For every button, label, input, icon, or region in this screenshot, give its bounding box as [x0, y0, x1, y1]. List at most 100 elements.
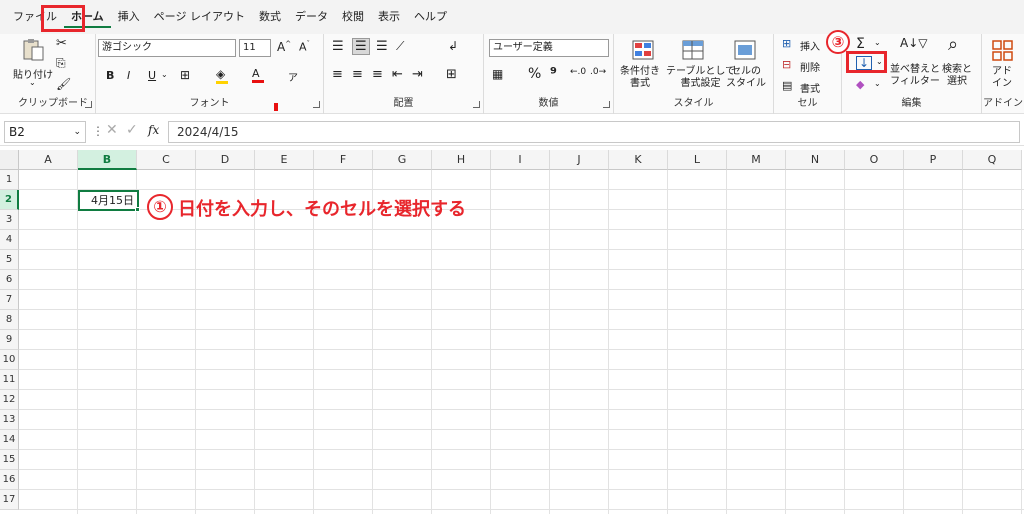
row-header-10[interactable]: 10	[0, 350, 19, 370]
column-header-I[interactable]: I	[491, 150, 550, 170]
orientation-icon[interactable]: ⟋	[396, 39, 404, 54]
font-size-select[interactable]: 11	[239, 39, 271, 57]
cancel-icon[interactable]: ✕	[106, 122, 118, 138]
column-header-H[interactable]: H	[432, 150, 491, 170]
cell-style-icon[interactable]	[732, 38, 758, 62]
column-header-C[interactable]: C	[137, 150, 196, 170]
phonetic-icon[interactable]: ア	[288, 69, 298, 84]
format-cell-button[interactable]: 書式	[800, 80, 820, 95]
column-header-J[interactable]: J	[550, 150, 609, 170]
copy-icon[interactable]: ⎘	[56, 56, 66, 71]
align-middle-icon[interactable]: ☰	[352, 38, 370, 55]
autosum-dropdown-icon[interactable]: ⌄	[874, 38, 881, 47]
column-header-B[interactable]: B	[78, 150, 137, 170]
cut-icon[interactable]: ✂	[56, 36, 67, 51]
clipboard-launcher-icon[interactable]	[85, 101, 92, 108]
font-name-select[interactable]: 游ゴシック	[98, 39, 236, 57]
format-painter-icon[interactable]: 🖌	[56, 77, 71, 91]
row-header-17[interactable]: 17	[0, 490, 19, 510]
paste-icon[interactable]	[20, 38, 46, 62]
paste-dropdown-icon[interactable]: ⌄	[29, 78, 36, 87]
formula-input[interactable]: 2024/4/15	[168, 121, 1020, 143]
align-top-icon[interactable]: ☰	[332, 39, 344, 54]
format-as-table-button[interactable]: テーブルとして 書式設定	[666, 66, 735, 90]
decrease-font-icon[interactable]: Aˇ	[299, 40, 310, 54]
column-header-F[interactable]: F	[314, 150, 373, 170]
column-header-O[interactable]: O	[845, 150, 904, 170]
menu-tab-3[interactable]: ページ レイアウト	[147, 6, 252, 28]
font-launcher-icon[interactable]	[313, 101, 320, 108]
increase-font-icon[interactable]: A^	[277, 40, 291, 54]
column-header-E[interactable]: E	[255, 150, 314, 170]
clear-dropdown-icon[interactable]: ⌄	[874, 79, 881, 88]
column-header-L[interactable]: L	[668, 150, 727, 170]
merge-center-icon[interactable]: ⊞	[446, 67, 457, 82]
row-header-2[interactable]: 2	[0, 190, 19, 210]
enter-icon[interactable]: ✓	[126, 122, 138, 138]
underline-dropdown-icon[interactable]: ⌄	[161, 70, 168, 79]
decrease-indent-icon[interactable]: ⇤	[392, 67, 403, 82]
menu-tab-5[interactable]: データ	[288, 6, 335, 28]
row-header-5[interactable]: 5	[0, 250, 19, 270]
alignment-launcher-icon[interactable]	[473, 101, 480, 108]
row-header-4[interactable]: 4	[0, 230, 19, 250]
row-header-8[interactable]: 8	[0, 310, 19, 330]
sort-filter-icon[interactable]: A↓▽	[900, 36, 928, 50]
column-header-Q[interactable]: Q	[963, 150, 1022, 170]
select-all-corner[interactable]	[0, 150, 19, 170]
addin-button[interactable]: アド イン	[992, 66, 1012, 90]
number-launcher-icon[interactable]	[603, 101, 610, 108]
menu-tab-8[interactable]: ヘルプ	[407, 6, 454, 28]
menu-tab-4[interactable]: 数式	[252, 6, 288, 28]
format-as-table-icon[interactable]	[680, 38, 706, 62]
column-header-G[interactable]: G	[373, 150, 432, 170]
underline-button[interactable]: U	[148, 69, 156, 82]
row-header-16[interactable]: 16	[0, 470, 19, 490]
bold-button[interactable]: B	[106, 69, 114, 82]
delete-cell-icon[interactable]: ⊟	[782, 58, 791, 71]
column-header-D[interactable]: D	[196, 150, 255, 170]
column-header-P[interactable]: P	[904, 150, 963, 170]
column-header-N[interactable]: N	[786, 150, 845, 170]
increase-indent-icon[interactable]: ⇥	[412, 67, 423, 82]
row-header-15[interactable]: 15	[0, 450, 19, 470]
italic-button[interactable]: I	[127, 69, 130, 82]
delete-cell-button[interactable]: 削除	[800, 59, 820, 74]
sort-filter-button[interactable]: 並べ替えと フィルター	[890, 64, 940, 88]
column-header-K[interactable]: K	[609, 150, 668, 170]
border-icon[interactable]: ⊞	[180, 68, 190, 82]
name-box-dropdown-icon[interactable]: ⌄	[73, 122, 81, 142]
find-select-button[interactable]: 検索と 選択	[942, 64, 972, 88]
conditional-format-button[interactable]: 条件付き 書式	[620, 66, 660, 90]
row-header-14[interactable]: 14	[0, 430, 19, 450]
conditional-format-icon[interactable]	[630, 38, 656, 62]
row-header-1[interactable]: 1	[0, 170, 19, 190]
align-bottom-icon[interactable]: ☰	[376, 39, 388, 54]
active-cell-b2[interactable]: 4月15日	[78, 190, 139, 211]
menu-tab-7[interactable]: 表示	[371, 6, 407, 28]
row-header-7[interactable]: 7	[0, 290, 19, 310]
format-cell-icon[interactable]: ▤	[782, 79, 792, 92]
row-header-12[interactable]: 12	[0, 390, 19, 410]
row-header-9[interactable]: 9	[0, 330, 19, 350]
column-header-M[interactable]: M	[727, 150, 786, 170]
decrease-decimal-icon[interactable]: .0→	[590, 67, 606, 77]
more-icon[interactable]: ⋮	[92, 124, 104, 138]
comma-icon[interactable]: ⁹	[550, 64, 557, 83]
font-color-icon[interactable]: A	[252, 67, 264, 83]
row-header-6[interactable]: 6	[0, 270, 19, 290]
row-header-13[interactable]: 13	[0, 410, 19, 430]
currency-icon[interactable]: ▦	[492, 67, 503, 81]
row-header-11[interactable]: 11	[0, 370, 19, 390]
name-box[interactable]: B2 ⌄	[4, 121, 86, 143]
wrap-text-icon[interactable]: ↲	[448, 39, 458, 53]
menu-tab-2[interactable]: 挿入	[111, 6, 147, 28]
number-format-select[interactable]: ユーザー定義	[489, 39, 609, 57]
align-left-icon[interactable]: ≡	[332, 67, 343, 82]
insert-function-button[interactable]: fx	[148, 123, 159, 137]
row-header-3[interactable]: 3	[0, 210, 19, 230]
increase-decimal-icon[interactable]: ←.0	[570, 67, 586, 77]
insert-cell-button[interactable]: 挿入	[800, 38, 820, 53]
cell-style-button[interactable]: セルの スタイル	[726, 66, 766, 90]
autosum-icon[interactable]: Σ	[856, 36, 865, 52]
